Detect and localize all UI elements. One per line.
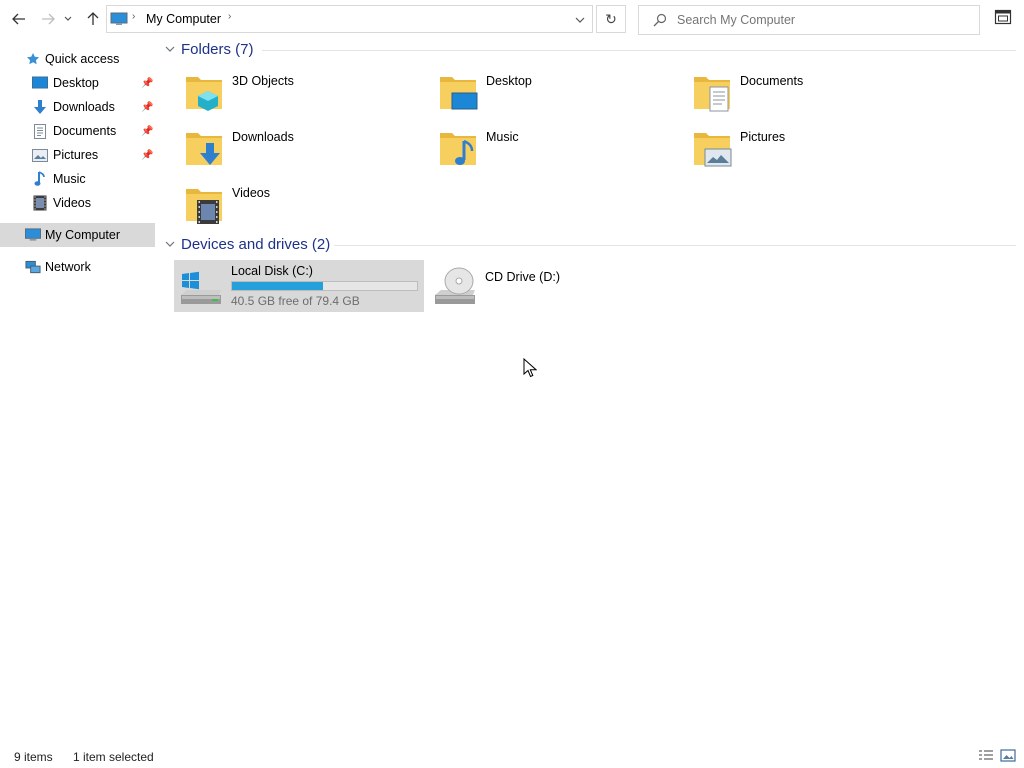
music-note-icon [32,171,48,187]
mouse-cursor-icon [523,358,537,378]
sidebar-item-downloads[interactable]: Downloads 📌 [0,95,155,119]
folder-name: Downloads [232,130,294,144]
drive-usage-bar [231,281,418,291]
details-view-icon [979,750,993,760]
download-arrow-icon [32,99,48,115]
refresh-button[interactable]: ↻ [596,5,626,33]
navigation-pane: Quick access Desktop 📌 Downloads 📌 Docum… [0,40,156,740]
folder-name: Videos [232,186,270,200]
drive-name: CD Drive (D:) [485,270,560,284]
folder-name: Documents [740,74,804,88]
film-icon [32,195,48,211]
details-view-button[interactable] [978,749,994,763]
arrow-right-icon [42,13,55,25]
folder-name: Pictures [740,130,786,144]
large-icons-view-icon [1000,749,1016,762]
sidebar-item-network[interactable]: Network [0,255,155,279]
chevron-down-icon [64,16,72,21]
chevron-down-icon [165,46,175,52]
cd-drive-icon [435,267,475,304]
sidebar-label: Network [45,260,91,274]
drive-free-space: 40.5 GB free of 79.4 GB [231,294,360,308]
sidebar-item-my-computer[interactable]: My Computer [0,223,155,247]
pin-icon[interactable]: 📌 [141,102,153,113]
sidebar-label: Videos [53,196,91,210]
folder-tile-3d-objects[interactable]: 3D Objects [174,67,414,119]
group-title: Folders (7) [181,41,254,58]
folder-tile-downloads[interactable]: Downloads [174,123,414,175]
search-box[interactable] [638,5,980,35]
drive-usage-fill [232,282,323,290]
search-input[interactable] [677,11,967,29]
3d-objects-folder-icon [186,77,222,111]
sidebar-label: My Computer [45,228,121,242]
sidebar-label: Documents [53,124,117,138]
sidebar-item-pictures[interactable]: Pictures 📌 [0,143,155,167]
sidebar-label: Pictures [53,148,99,162]
music-folder-icon [440,133,476,165]
computer-icon [110,12,128,25]
large-icons-view-button[interactable] [1000,749,1016,763]
breadcrumb-my-computer[interactable]: My Computer [146,12,221,26]
up-button[interactable] [82,8,104,30]
pictures-folder-icon [694,133,732,167]
picture-icon [32,147,48,163]
drive-name: Local Disk (C:) [231,264,313,278]
pin-icon[interactable]: 📌 [141,126,153,137]
videos-folder-icon [186,189,222,224]
pin-icon[interactable]: 📌 [141,78,153,89]
folder-name: 3D Objects [232,74,294,88]
forward-button[interactable] [37,8,59,30]
document-icon [32,123,48,139]
sidebar-item-videos[interactable]: Videos [0,191,155,215]
windows-drive-icon [181,271,221,304]
sidebar-label: Quick access [45,52,120,66]
network-icon [25,259,41,275]
drive-tile-cd-drive[interactable]: CD Drive (D:) [428,260,678,312]
back-button[interactable] [8,8,30,30]
status-selection: 1 item selected [73,750,154,764]
desktop-folder-icon [440,77,478,110]
computer-icon [25,227,41,243]
breadcrumb-chevron-icon[interactable]: › [228,11,231,22]
sidebar-item-documents[interactable]: Documents 📌 [0,119,155,143]
folder-tile-music[interactable]: Music [428,123,668,175]
downloads-folder-icon [186,133,222,165]
group-header-folders[interactable]: Folders (7) [165,41,254,58]
window-icon [994,9,1012,25]
breadcrumb-separator-icon: › [132,11,136,22]
arrow-up-icon [87,12,99,25]
recent-locations-button[interactable] [61,8,75,30]
preview-pane-button[interactable] [994,9,1014,27]
search-icon [653,13,667,27]
star-icon [25,51,41,67]
folder-tile-documents[interactable]: Documents [682,67,922,119]
chevron-down-icon [165,241,175,247]
folder-tile-videos[interactable]: Videos [174,179,414,231]
sidebar-label: Music [53,172,86,186]
folder-tile-pictures[interactable]: Pictures [682,123,922,175]
sidebar-item-quick-access[interactable]: Quick access [0,47,155,71]
pin-icon[interactable]: 📌 [141,150,153,161]
sidebar-item-music[interactable]: Music [0,167,155,191]
desktop-icon [32,75,48,91]
sidebar-label: Desktop [53,76,99,90]
sidebar-label: Downloads [53,100,115,114]
sidebar-item-desktop[interactable]: Desktop 📌 [0,71,155,95]
group-divider [334,245,1016,246]
group-header-devices[interactable]: Devices and drives (2) [165,236,330,253]
drive-tile-local-disk[interactable]: Local Disk (C:) 40.5 GB free of 79.4 GB [174,260,424,312]
documents-folder-icon [694,77,730,112]
address-dropdown-icon[interactable] [575,17,585,23]
folder-name: Desktop [486,74,532,88]
address-bar[interactable]: › My Computer › [106,5,593,33]
folder-name: Music [486,130,519,144]
arrow-left-icon [12,13,25,25]
group-title: Devices and drives (2) [181,236,331,253]
status-item-count: 9 items [14,750,53,764]
refresh-icon: ↻ [605,10,617,27]
group-divider [262,50,1016,51]
folder-tile-desktop[interactable]: Desktop [428,67,668,119]
